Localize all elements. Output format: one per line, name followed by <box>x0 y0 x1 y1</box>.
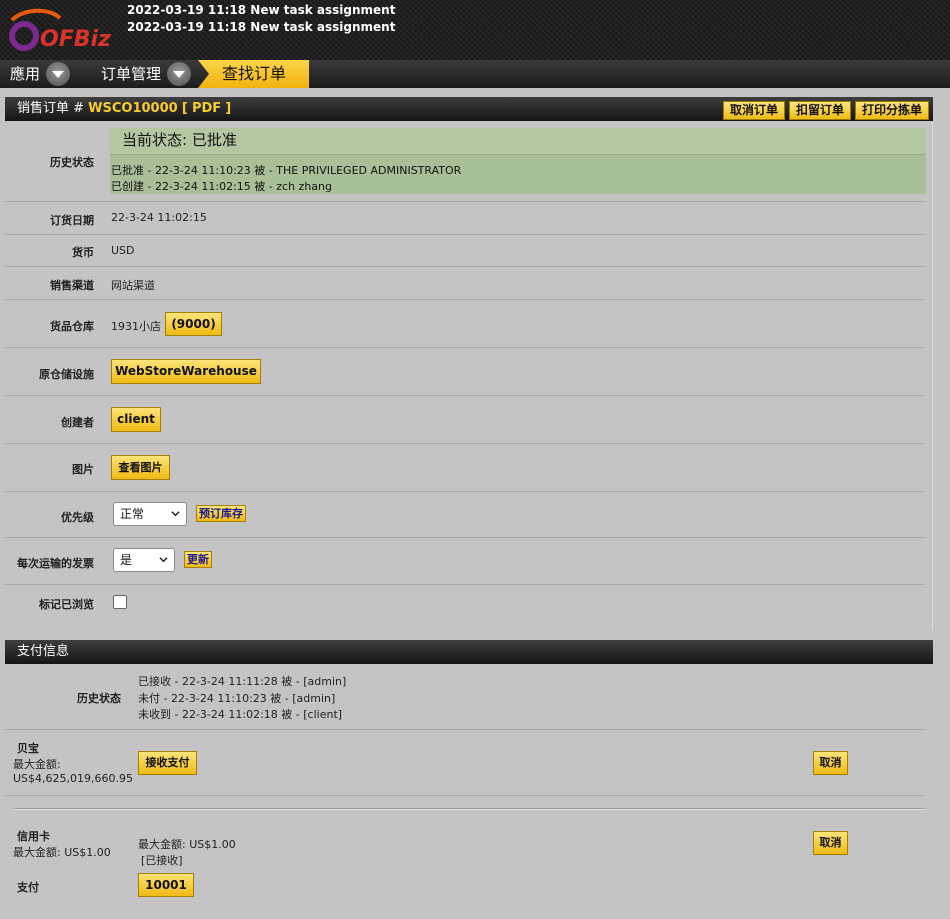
facility-button[interactable]: WebStoreWarehouse <box>111 359 261 384</box>
origin-facility-row: 原仓储设施 WebStoreWarehouse <box>5 348 925 396</box>
invoice-selected-value: 是 <box>120 553 133 567</box>
payment-history-line: 未收到 - 22-3-24 11:02:18 被 - [client] <box>138 708 343 721</box>
origin-facility-label: 原仓储设施 <box>39 368 94 381</box>
masthead: OFBiz 2022-03-19 11:18 New task assignme… <box>0 0 950 60</box>
section-divider <box>13 808 925 810</box>
payment-history-label: 历史状态 <box>77 692 121 705</box>
mark-viewed-label: 标记已浏览 <box>39 598 94 611</box>
order-title-prefix: 销售订单 # <box>17 101 85 116</box>
order-id: WSCO10000 <box>88 101 178 116</box>
order-header-bar: 销售订单 # WSCO10000 [ PDF ] 取消订单 扣留订单 打印分拣单 <box>5 97 933 121</box>
paypal-max-label: 最大金额: <box>13 758 61 771</box>
cancel-order-button[interactable]: 取消订单 <box>722 101 785 120</box>
payment-history-line: 未付 - 22-3-24 11:10:23 被 - [admin] <box>138 692 336 705</box>
paypal-max-amount: US$4,625,019,660.95 <box>13 772 134 785</box>
invoice-per-shipment-row: 每次运输的发票 是 更新 <box>5 538 925 585</box>
chevron-down-icon[interactable] <box>46 61 71 86</box>
sales-channel-label: 销售渠道 <box>50 279 94 292</box>
priority-selected-value: 正常 <box>120 507 145 521</box>
chevron-down-icon[interactable] <box>167 61 192 86</box>
invoice-per-shipment-label: 每次运输的发票 <box>17 557 94 570</box>
current-status: 当前状态: 已批准 <box>110 128 926 155</box>
payment-history-row: 历史状态 已接收 - 22-3-24 11:11:28 被 - [admin] … <box>5 664 925 730</box>
ofbiz-logo[interactable]: OFBiz <box>4 6 114 52</box>
product-store-row: 货品仓库 1931小店 (9000) <box>5 300 925 348</box>
bracket-close: ] <box>225 101 232 116</box>
paypal-payment-row: 贝宝 最大金额: US$4,625,019,660.95 接收支付 取消 <box>5 730 925 796</box>
paypal-cancel-button[interactable]: 取消 <box>813 751 848 775</box>
order-date-label: 订货日期 <box>50 214 94 227</box>
invoice-per-shipment-select[interactable]: 是 <box>113 548 175 572</box>
order-management-menu[interactable]: 订单管理 <box>101 60 192 88</box>
receive-payment-button[interactable]: 接收支付 <box>138 751 197 775</box>
creator-label: 创建者 <box>61 416 94 429</box>
payment-history-line: 已接收 - 22-3-24 11:11:28 被 - [admin] <box>138 675 347 688</box>
apps-menu[interactable]: 應用 <box>10 60 71 88</box>
hold-order-button[interactable]: 扣留订单 <box>788 101 851 120</box>
history-status-label: 历史状态 <box>50 156 94 169</box>
tab-find-order[interactable]: 查找订单 <box>198 60 309 88</box>
apps-menu-label: 應用 <box>10 65 41 83</box>
sales-channel-row: 销售渠道 网站渠道 <box>5 267 925 300</box>
currency-row: 货币 USD <box>5 235 925 267</box>
currency-value: USD <box>111 244 135 257</box>
view-image-button[interactable]: 查看图片 <box>111 455 170 480</box>
credit-card-received-status: [已接收] <box>141 854 183 867</box>
currency-label: 货币 <box>72 246 94 259</box>
pdf-link[interactable]: PDF <box>192 101 221 116</box>
payment-header-bar: 支付信息 <box>5 640 933 664</box>
credit-card-method-name: 信用卡 <box>17 830 50 843</box>
notification-message[interactable]: 2022-03-19 11:18 New task assignment <box>127 3 395 17</box>
image-row: 图片 查看图片 <box>5 444 925 492</box>
status-history-line: 已批准 - 22-3-24 11:10:23 被 - THE PRIVILEGE… <box>111 164 462 177</box>
image-label: 图片 <box>72 463 94 476</box>
payment-title: 支付信息 <box>17 644 70 659</box>
credit-card-payment-row: 信用卡 最大金额: US$1.00 最大金额: US$1.00 [已接收] 取消… <box>5 815 925 919</box>
notification-message[interactable]: 2022-03-19 11:18 New task assignment <box>127 20 395 34</box>
print-picklist-button[interactable]: 打印分拣单 <box>854 101 929 120</box>
credit-card-max-detail: 最大金额: US$1.00 <box>138 838 236 851</box>
store-id-button[interactable]: (9000) <box>165 312 222 336</box>
product-store-label: 货品仓库 <box>50 320 94 333</box>
payment-id-button[interactable]: 10001 <box>138 873 194 897</box>
credit-card-cancel-button[interactable]: 取消 <box>813 831 848 855</box>
status-history-line: 已创建 - 22-3-24 11:02:15 被 - zch zhang <box>111 180 332 193</box>
creator-row: 创建者 client <box>5 396 925 444</box>
order-date-value: 22-3-24 11:02:15 <box>111 211 207 224</box>
status-box: 当前状态: 已批准 已批准 - 22-3-24 11:10:23 被 - THE… <box>110 128 926 194</box>
sales-channel-value: 网站渠道 <box>111 279 155 292</box>
priority-label: 优先级 <box>61 511 94 524</box>
svg-text:OFBiz: OFBiz <box>40 27 111 52</box>
paypal-method-name: 贝宝 <box>17 742 39 755</box>
chevron-down-icon <box>159 557 168 563</box>
chevron-down-icon <box>171 511 180 517</box>
order-date-row: 订货日期 22-3-24 11:02:15 <box>5 202 925 235</box>
credit-card-max-amount: 最大金额: US$1.00 <box>13 846 111 859</box>
payment-label: 支付 <box>17 881 39 894</box>
product-store-value: 1931小店 <box>111 320 161 333</box>
mark-viewed-row: 标记已浏览 <box>5 585 925 625</box>
priority-row: 优先级 正常 预订库存 <box>5 492 925 538</box>
mark-viewed-checkbox[interactable] <box>113 595 127 609</box>
app-navigation-bar: 應用 订单管理 查找订单 <box>0 60 950 88</box>
creator-button[interactable]: client <box>111 407 161 432</box>
bracket-open: [ <box>181 101 188 116</box>
priority-select[interactable]: 正常 <box>113 502 187 526</box>
update-button[interactable]: 更新 <box>184 551 212 568</box>
reserve-inventory-button[interactable]: 预订库存 <box>196 505 246 522</box>
order-management-label: 订单管理 <box>101 65 162 83</box>
